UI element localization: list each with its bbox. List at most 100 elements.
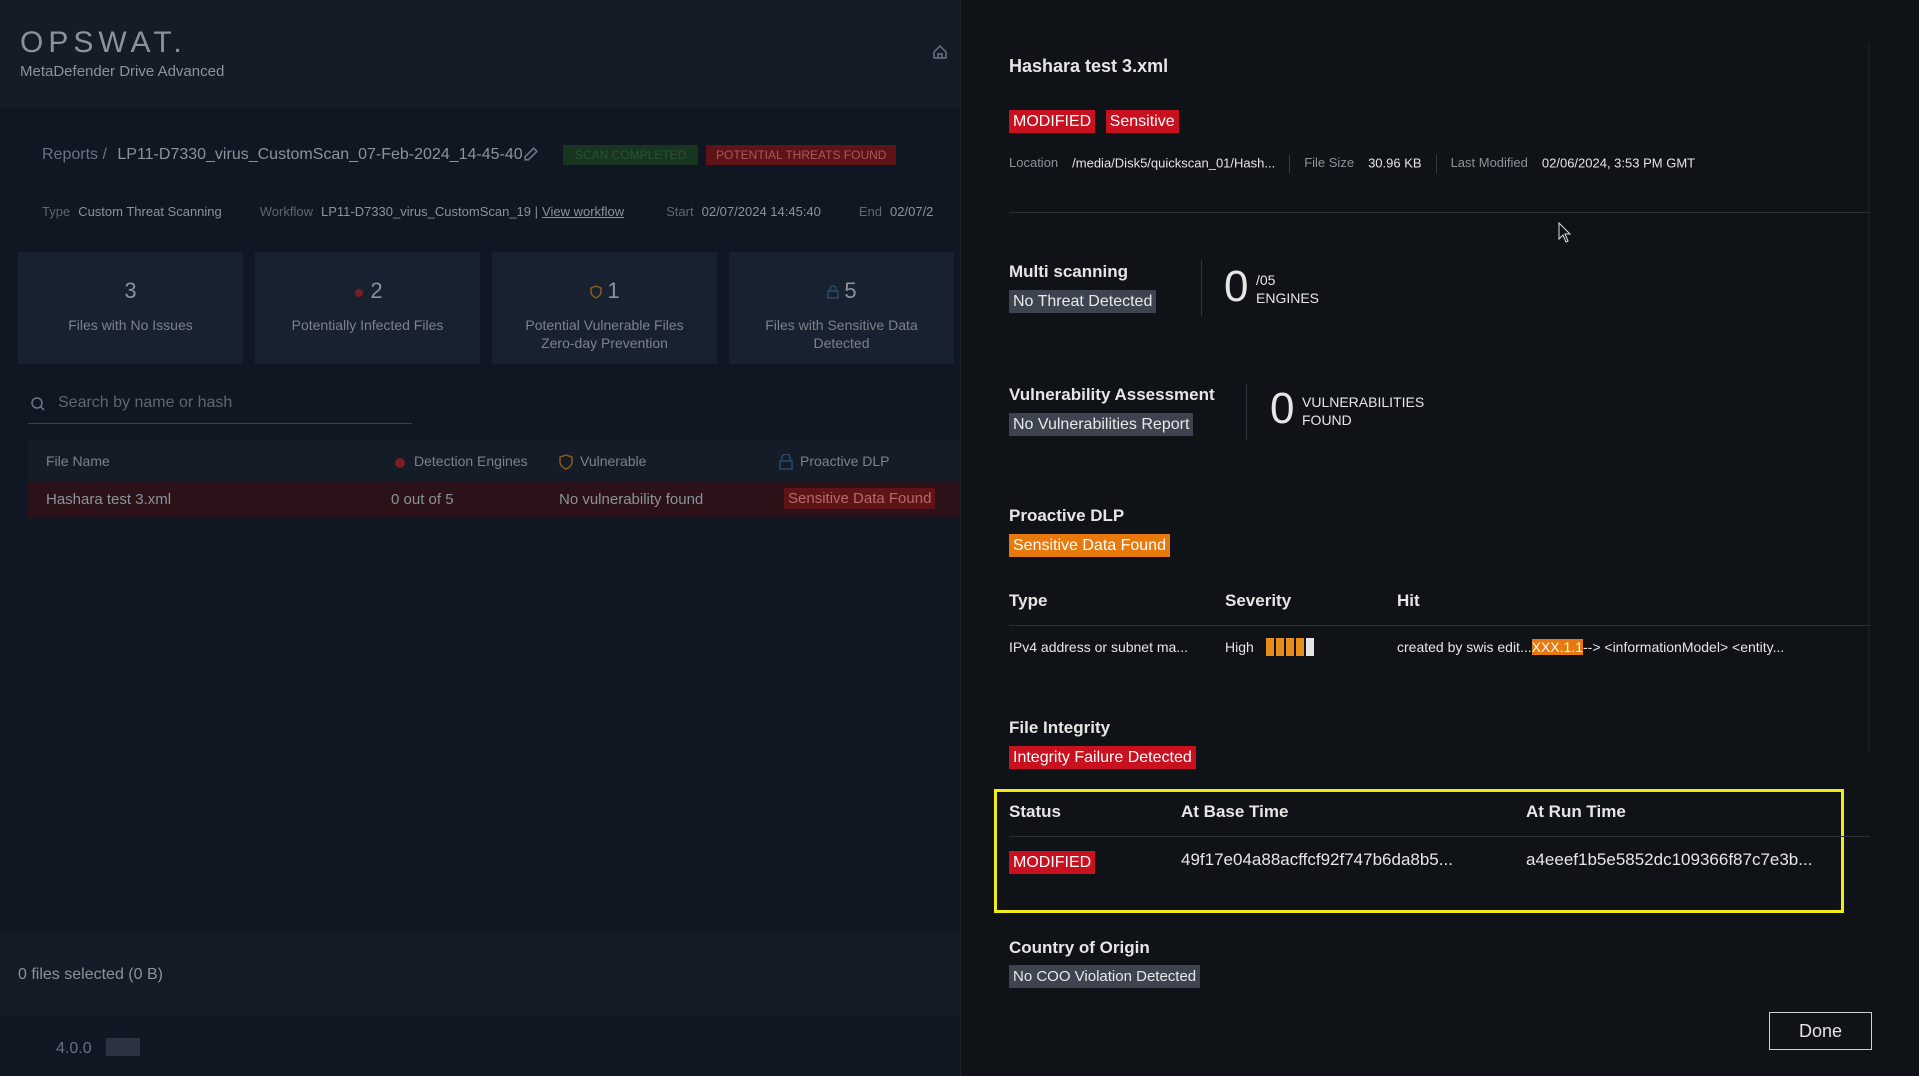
card-vulnerable[interactable]: 1 Potential Vulnerable Files Zero-day Pr… [492, 252, 717, 364]
base-hash: 49f17e04a88acffcf92f747b6da8b5... [1181, 850, 1453, 869]
cell-vulnerable: No vulnerability found [559, 491, 704, 508]
col-vulnerable[interactable]: Vulnerable [558, 453, 647, 471]
workflow-value: LP11-D7330_virus_CustomScan_19 | [320, 204, 539, 219]
type-label: Type [42, 204, 71, 219]
dlp-col-type: Type [1009, 591, 1048, 610]
shield-icon [559, 454, 573, 471]
dlp-status: Sensitive Data Found [1009, 534, 1170, 557]
done-button[interactable]: Done [1769, 1012, 1872, 1050]
main-app-panel: OPSWAT. MetaDefender Drive Advanced Repo… [0, 0, 960, 1076]
modified-badge: MODIFIED [1009, 851, 1096, 874]
card-infected[interactable]: 2 Potentially Infected Files [255, 252, 480, 364]
dlp-type-value: IPv4 address or subnet ma... [1009, 639, 1188, 655]
col-proactive-dlp[interactable]: Proactive DLP [778, 453, 889, 471]
vuln-status: No Vulnerabilities Report [1009, 413, 1194, 436]
dlp-hit-value: created by swis edit...XXX.1.1--> <infor… [1397, 639, 1784, 655]
home-icon[interactable] [932, 44, 948, 60]
modified-value: 02/06/2024, 3:53 PM GMT [1541, 155, 1696, 171]
start-value: 02/07/2024 14:45:40 [701, 204, 821, 219]
multiscan-status: No Threat Detected [1009, 290, 1157, 313]
coo-status: No COO Violation Detected [1009, 965, 1201, 988]
app-header: OPSWAT. MetaDefender Drive Advanced [0, 0, 960, 108]
severity-bars [1266, 638, 1316, 661]
card-count-wrap: 5 [729, 278, 954, 306]
multiscan-total: /05 [1256, 272, 1276, 288]
integrity-col-status: Status [1009, 802, 1061, 821]
vuln-count: 0 [1270, 384, 1295, 433]
selection-footer: 0 files selected (0 B) [0, 932, 960, 1016]
file-badges: MODIFIED Sensitive [1009, 110, 1185, 133]
search-placeholder: Search by name or hash [58, 394, 233, 411]
lock-icon [827, 285, 840, 299]
dlp-severity-value: High [1225, 639, 1254, 655]
view-workflow-link[interactable]: View workflow [542, 204, 624, 219]
mouse-cursor-icon [1558, 222, 1572, 243]
integrity-title: File Integrity [1009, 718, 1111, 737]
hit-match-highlight: XXX.1.1 [1531, 639, 1583, 655]
severity-bar [1306, 638, 1314, 656]
files-selected-text: 0 files selected (0 B) [18, 966, 163, 983]
integrity-row-status: MODIFIED [1009, 851, 1096, 874]
dlp-title: Proactive DLP [1009, 506, 1125, 525]
end-label: End [858, 204, 883, 219]
pencil-icon[interactable] [522, 146, 539, 163]
severity-bar [1266, 638, 1274, 656]
breadcrumb-reports-link[interactable]: Reports / [42, 146, 107, 163]
file-title: Hashara test 3.xml [1009, 56, 1169, 76]
bug-icon [355, 289, 364, 298]
card-count: 2 [370, 278, 383, 303]
severity-bar [1286, 638, 1294, 656]
run-hash: a4eeef1b5e5852dc109366f87c7e3b... [1526, 850, 1813, 869]
modified-badge: MODIFIED [1009, 110, 1096, 133]
card-label: Files with Sensitive Data Detected [765, 317, 918, 351]
scan-status-badge: SCAN COMPLETED [563, 145, 699, 165]
col-label: Detection Engines [414, 453, 528, 469]
card-count-wrap: 1 [492, 278, 717, 306]
divider [1201, 260, 1202, 316]
col-detection-engines[interactable]: Detection Engines [392, 453, 528, 470]
integrity-status: Integrity Failure Detected [1009, 746, 1196, 769]
vuln-unit-line1: VULNERABILITIES [1302, 394, 1425, 410]
hit-after: --> <informationModel> <entity... [1583, 639, 1785, 655]
col-file-name[interactable]: File Name [46, 453, 110, 469]
size-value: 30.96 KB [1368, 155, 1422, 171]
severity-bar [1296, 638, 1304, 656]
search-input[interactable]: Search by name or hash [28, 388, 412, 424]
card-count: 5 [844, 278, 857, 303]
severity-bar [1276, 638, 1284, 656]
hit-before: created by swis edit... [1397, 639, 1532, 655]
size-label: File Size [1304, 155, 1355, 171]
card-label: Potentially Infected Files [291, 317, 444, 333]
card-count: 3 [124, 278, 137, 303]
integrity-col-run: At Run Time [1526, 802, 1626, 821]
dlp-col-hit: Hit [1397, 591, 1420, 610]
report-name: LP11-D7330_virus_CustomScan_07-Feb-2024_… [117, 146, 523, 163]
divider [1246, 384, 1247, 440]
multiscan-unit: ENGINES [1256, 290, 1320, 306]
vuln-status-text: No Vulnerabilities Report [1009, 413, 1194, 436]
divider [1435, 155, 1437, 173]
location-label: Location [1009, 155, 1059, 171]
table-header: File Name Detection Engines Vulnerable P… [28, 440, 960, 482]
divider [1009, 836, 1870, 837]
integrity-status-text: Integrity Failure Detected [1009, 746, 1196, 769]
scrollbar[interactable] [1868, 44, 1870, 754]
vuln-unit-line2: FOUND [1302, 412, 1352, 428]
card-sensitive[interactable]: 5 Files with Sensitive Data Detected [729, 252, 954, 364]
version-bar: 4.0.0 [0, 1016, 960, 1076]
divider [1009, 212, 1870, 213]
file-info: Location/media/Disk5/quickscan_01/Hash..… [1009, 155, 1695, 173]
multiscan-count: 0 [1224, 262, 1249, 311]
dlp-col-severity: Severity [1225, 591, 1292, 610]
end-value: 02/07/2 [890, 204, 934, 219]
card-count-wrap: 2 [255, 278, 480, 306]
version-build-redacted [106, 1038, 140, 1056]
card-label: Potential Vulnerable Files Zero-day Prev… [525, 317, 684, 351]
col-label: Vulnerable [580, 453, 647, 469]
lock-icon [779, 453, 793, 471]
cell-engines: 0 out of 5 [391, 491, 454, 508]
card-no-issues[interactable]: 3 Files with No Issues [18, 252, 243, 364]
table-row[interactable]: Hashara test 3.xml 0 out of 5 No vulnera… [28, 482, 960, 518]
start-label: Start [666, 204, 694, 219]
bug-icon [395, 458, 405, 469]
